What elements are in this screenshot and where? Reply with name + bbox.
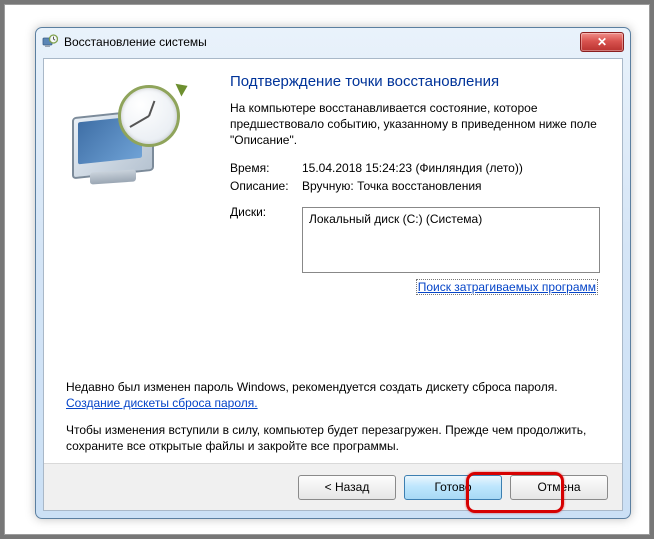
wizard-main-column: Подтверждение точки восстановления На ко… — [230, 73, 600, 299]
close-button[interactable]: ✕ — [580, 32, 624, 52]
scan-affected-programs-focus: Поиск затрагиваемых программ — [416, 279, 598, 295]
content-area: Подтверждение точки восстановления На ко… — [44, 59, 622, 464]
disks-field: Диски: Локальный диск (C:) (Система) Пои… — [230, 205, 600, 295]
lower-paragraphs: Недавно был изменен пароль Windows, реко… — [44, 369, 622, 464]
disks-value-wrap: Локальный диск (C:) (Система) Поиск затр… — [302, 205, 600, 295]
cancel-button[interactable]: Отмена — [510, 475, 608, 500]
button-bar: < Назад Готово Отмена — [44, 463, 622, 510]
wizard-icon-column — [66, 73, 230, 299]
close-icon: ✕ — [597, 35, 607, 49]
intro-text: На компьютере восстанавливается состояни… — [230, 100, 600, 149]
description-value: Вручную: Точка восстановления — [302, 179, 600, 193]
scan-affected-programs-link[interactable]: Поиск затрагиваемых программ — [418, 280, 596, 294]
description-field: Описание: Вручную: Точка восстановления — [230, 179, 600, 193]
back-button[interactable]: < Назад — [298, 475, 396, 500]
time-value: 15.04.2018 15:24:23 (Финляндия (лето)) — [302, 161, 600, 175]
app-icon — [42, 34, 58, 50]
titlebar[interactable]: Восстановление системы ✕ — [36, 28, 630, 56]
window-title: Восстановление системы — [64, 35, 580, 49]
screenshot-frame: Восстановление системы ✕ — [4, 4, 650, 535]
system-restore-window: Восстановление системы ✕ — [35, 27, 631, 519]
password-paragraph: Недавно был изменен пароль Windows, реко… — [66, 379, 598, 411]
description-label: Описание: — [230, 179, 302, 193]
disks-listbox[interactable]: Локальный диск (C:) (Система) — [302, 207, 600, 273]
disks-item: Локальный диск (C:) (Система) — [309, 212, 482, 226]
system-restore-icon — [66, 79, 186, 199]
client-area: Подтверждение точки восстановления На ко… — [43, 58, 623, 511]
disks-label: Диски: — [230, 205, 302, 295]
finish-button[interactable]: Готово — [404, 475, 502, 500]
create-password-reset-disk-link[interactable]: Создание дискеты сброса пароля. — [66, 396, 258, 410]
page-headline: Подтверждение точки восстановления — [230, 73, 600, 90]
time-label: Время: — [230, 161, 302, 175]
time-field: Время: 15.04.2018 15:24:23 (Финляндия (л… — [230, 161, 600, 175]
restart-warning-paragraph: Чтобы изменения вступили в силу, компьют… — [66, 422, 598, 454]
password-paragraph-text: Недавно был изменен пароль Windows, реко… — [66, 380, 558, 394]
